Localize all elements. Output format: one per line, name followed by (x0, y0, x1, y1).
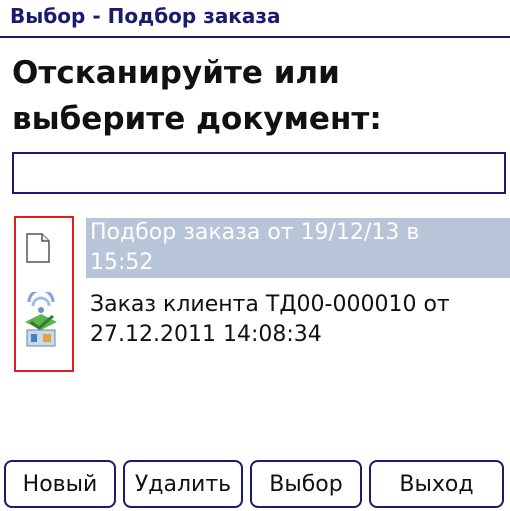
document-list[interactable]: Подбор заказа от 19/12/13 в 15:52 Заказ … (12, 212, 510, 452)
window-title: Выбор - Подбор заказа (10, 4, 281, 28)
title-bar: Выбор - Подбор заказа (0, 0, 510, 38)
document-title-line-2: 27.12.2011 14:08:34 (90, 322, 322, 347)
scan-prompt: Отсканируйте или выберите документ: (12, 50, 502, 142)
document-title-line-2: 15:52 (90, 250, 154, 275)
title-divider (0, 36, 510, 38)
document-title-line-1: Подбор заказа от 19/12/13 в (90, 220, 420, 245)
exit-button[interactable]: Выход (369, 460, 504, 508)
synced-order-icon (25, 292, 57, 347)
list-item[interactable]: Подбор заказа от 19/12/13 в 15:52 (86, 218, 510, 278)
select-button[interactable]: Выбор (250, 460, 362, 508)
delete-button[interactable]: Удалить (123, 460, 243, 508)
new-button[interactable]: Новый (4, 460, 116, 508)
button-bar: Новый Удалить Выбор Выход (0, 458, 510, 511)
list-item[interactable]: Заказ клиента ТД00-000010 от 27.12.2011 … (86, 290, 510, 350)
document-icon (26, 233, 50, 263)
document-title-line-1: Заказ клиента ТД00-000010 от (90, 292, 450, 317)
prompt-line-1: Отсканируйте или (12, 55, 340, 91)
prompt-line-2: выберите документ: (12, 101, 382, 137)
scan-input[interactable] (12, 152, 506, 194)
